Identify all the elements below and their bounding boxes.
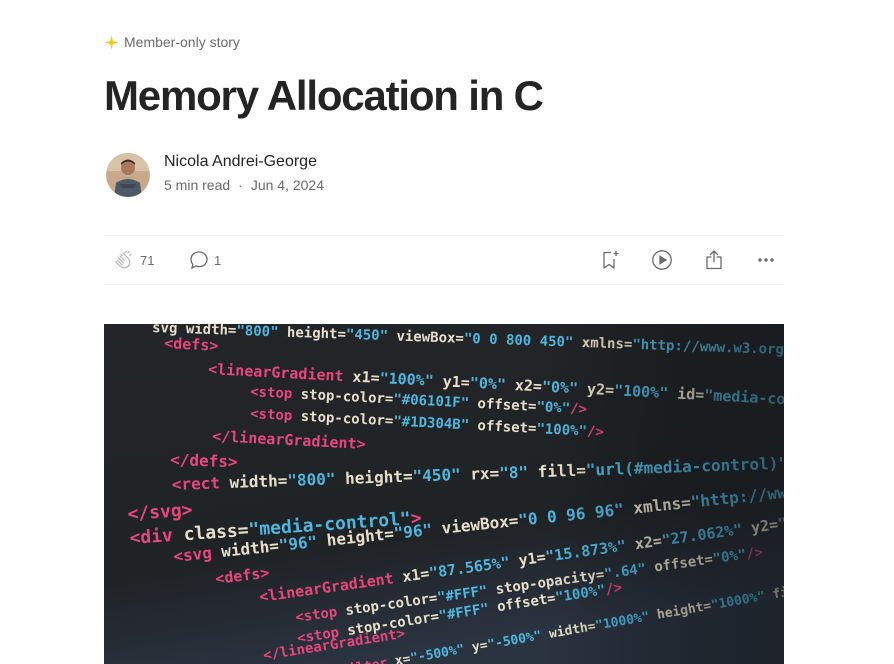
article-title: Memory Allocation in C — [104, 72, 544, 119]
hero-image: svg width="800" height="450" viewBox="0 … — [104, 324, 784, 664]
clap-icon — [112, 248, 136, 272]
share-button[interactable] — [702, 236, 726, 284]
save-button[interactable] — [598, 236, 622, 284]
article-meta: 5 min read · Jun 4, 2024 — [164, 175, 324, 195]
article-action-bar: 71 1 — [104, 235, 784, 285]
clap-count: 71 — [140, 252, 155, 268]
author-meta: Nicola Andrei-George 5 min read · Jun 4, 2… — [164, 153, 324, 195]
listen-button[interactable] — [650, 236, 674, 284]
meta-separator: · — [238, 177, 243, 193]
bookmark-add-icon — [598, 248, 622, 272]
author-name[interactable]: Nicola Andrei-George — [164, 151, 324, 173]
read-time: 5 min read — [164, 177, 231, 193]
member-only-badge: Member-only story — [104, 33, 240, 51]
comment-icon — [188, 249, 210, 271]
author-avatar[interactable] — [106, 153, 150, 197]
response-count: 1 — [214, 252, 222, 268]
star-icon — [104, 35, 119, 50]
hero-code-image: svg width="800" height="450" viewBox="0 … — [104, 324, 784, 664]
more-options-button[interactable] — [754, 236, 778, 284]
clap-button[interactable]: 71 — [112, 236, 154, 284]
more-icon — [754, 248, 778, 272]
responses-button[interactable]: 1 — [188, 236, 221, 284]
play-icon — [650, 248, 674, 272]
author-byline: Nicola Andrei-George 5 min read · Jun 4, 2… — [106, 153, 324, 197]
publish-date: Jun 4, 2024 — [250, 177, 324, 193]
share-icon — [702, 248, 726, 272]
member-only-label: Member-only story — [124, 34, 240, 50]
